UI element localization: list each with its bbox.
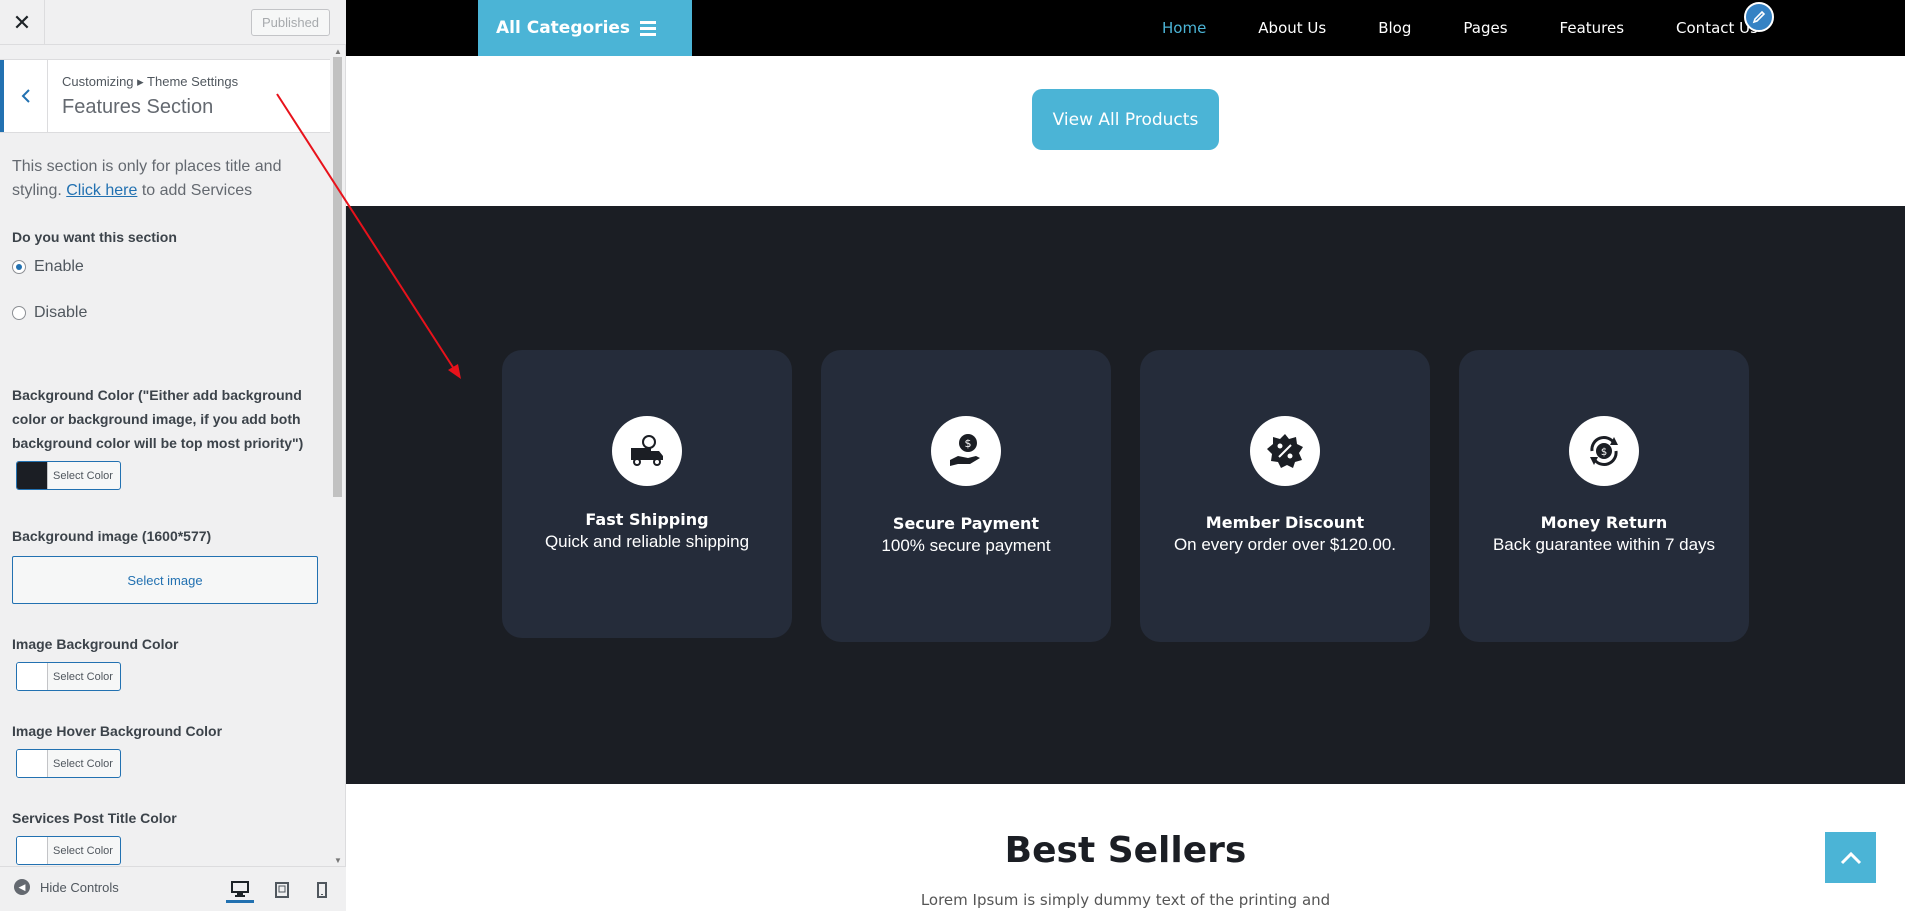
select-image-button[interactable]: Select image [12, 556, 318, 604]
scroll-up-icon[interactable]: ▲ [334, 47, 342, 56]
edit-shortcut-button[interactable] [1744, 2, 1774, 32]
section-header: Customizing ▸ Theme Settings Features Se… [0, 59, 330, 133]
all-categories-button[interactable]: All Categories [478, 0, 692, 56]
services-post-title-color-label: Services Post Title Color [12, 810, 177, 826]
feature-title: Secure Payment [892, 514, 1040, 533]
features-section: Fast Shipping Quick and reliable shippin… [346, 206, 1905, 784]
nav-features[interactable]: Features [1560, 19, 1625, 37]
bg-color-picker[interactable]: Select Color [16, 461, 121, 490]
menu-hamburger-icon [640, 18, 657, 39]
section-title: Features Section [62, 96, 214, 118]
feature-subtitle: Back guarantee within 7 days [1492, 535, 1716, 554]
bg-color-label: Background Color ("Either add background… [12, 387, 304, 451]
svg-text:$: $ [965, 437, 972, 450]
image-hover-bg-color-swatch [17, 750, 48, 777]
services-post-title-color-swatch [17, 837, 48, 864]
tablet-icon [275, 882, 289, 898]
bg-color-swatch [17, 462, 48, 489]
image-hover-bg-color-label: Image Hover Background Color [12, 723, 223, 739]
scroll-to-top-button[interactable] [1825, 832, 1876, 883]
published-button[interactable]: Published [251, 9, 330, 36]
controls-panel: This section is only for places title an… [0, 147, 330, 867]
device-tablet-button[interactable] [268, 877, 296, 903]
feature-subtitle: On every order over $120.00. [1173, 535, 1397, 554]
device-desktop-button[interactable] [226, 877, 254, 903]
feature-title: Member Discount [1205, 513, 1365, 532]
scroll-thumb[interactable] [333, 57, 342, 497]
mobile-icon [317, 882, 327, 898]
services-post-title-color-picker[interactable]: Select Color [16, 836, 121, 865]
image-bg-color-swatch [17, 663, 48, 690]
feature-card: Fast Shipping Quick and reliable shippin… [502, 350, 792, 638]
feature-card: Member Discount On every order over $120… [1140, 350, 1430, 642]
money-return-icon: $ [1569, 416, 1639, 486]
hide-controls-button[interactable]: ◀ Hide Controls [14, 879, 119, 895]
desktop-icon [231, 880, 249, 897]
nav-about-us[interactable]: About Us [1258, 19, 1326, 37]
section-description: This section is only for places title an… [12, 158, 282, 199]
breadcrumb: Customizing ▸ Theme Settings [62, 74, 239, 89]
best-sellers-subtitle: Lorem Ipsum is simply dummy text of the … [920, 891, 1331, 909]
percent-badge-icon [1250, 416, 1320, 486]
sidebar-scrollbar[interactable]: ▲ ▼ [331, 47, 344, 865]
feature-title: Fast Shipping [585, 510, 709, 529]
view-all-products-button[interactable]: View All Products [1032, 89, 1219, 150]
feature-title: Money Return [1540, 513, 1668, 532]
device-mobile-button[interactable] [308, 877, 336, 903]
image-bg-color-label: Image Background Color [12, 636, 179, 652]
feature-card: $ Money Return Back guarantee within 7 d… [1459, 350, 1749, 642]
delivery-truck-icon [612, 416, 682, 486]
svg-text:$: $ [1601, 447, 1607, 458]
bg-image-label: Background image (1600*577) [12, 528, 212, 544]
nav-pages[interactable]: Pages [1463, 19, 1507, 37]
feature-subtitle: Quick and reliable shipping [544, 532, 750, 551]
nav-blog[interactable]: Blog [1378, 19, 1411, 37]
feature-subtitle: 100% secure payment [881, 536, 1051, 555]
top-navigation: All Categories Home About Us Blog Pages … [346, 0, 1905, 56]
best-sellers-title: Best Sellers [1004, 830, 1247, 871]
image-bg-color-picker[interactable]: Select Color [16, 662, 121, 691]
want-section-label: Do you want this section [12, 229, 177, 245]
radio-disable-input[interactable] [12, 306, 26, 320]
chevron-left-icon [21, 89, 30, 103]
main-menu: Home About Us Blog Pages Features Contac… [1162, 0, 1758, 56]
radio-enable[interactable]: Enable [12, 255, 318, 279]
site-preview: All Categories Home About Us Blog Pages … [346, 0, 1905, 911]
radio-enable-input[interactable] [12, 260, 26, 274]
image-hover-bg-color-picker[interactable]: Select Color [16, 749, 121, 778]
add-services-link[interactable]: Click here [66, 182, 137, 199]
pencil-icon [1752, 10, 1766, 24]
chevron-up-icon [1840, 851, 1861, 864]
nav-home[interactable]: Home [1162, 19, 1206, 37]
dollar-hand-icon: $ [931, 416, 1001, 486]
scroll-down-icon[interactable]: ▼ [334, 856, 342, 865]
customizer-header: ✕ Published [0, 0, 346, 45]
close-customizer-button[interactable]: ✕ [0, 0, 45, 45]
close-icon: ✕ [12, 9, 32, 35]
feature-card: $ Secure Payment 100% secure payment [821, 350, 1111, 642]
back-button[interactable] [0, 60, 48, 132]
customizer-sidebar: ✕ Published Customizing ▸ Theme Settings… [0, 0, 346, 911]
radio-disable[interactable]: Disable [12, 301, 318, 325]
customizer-footer: ◀ Hide Controls [0, 866, 346, 911]
collapse-arrow-icon: ◀ [14, 879, 30, 895]
